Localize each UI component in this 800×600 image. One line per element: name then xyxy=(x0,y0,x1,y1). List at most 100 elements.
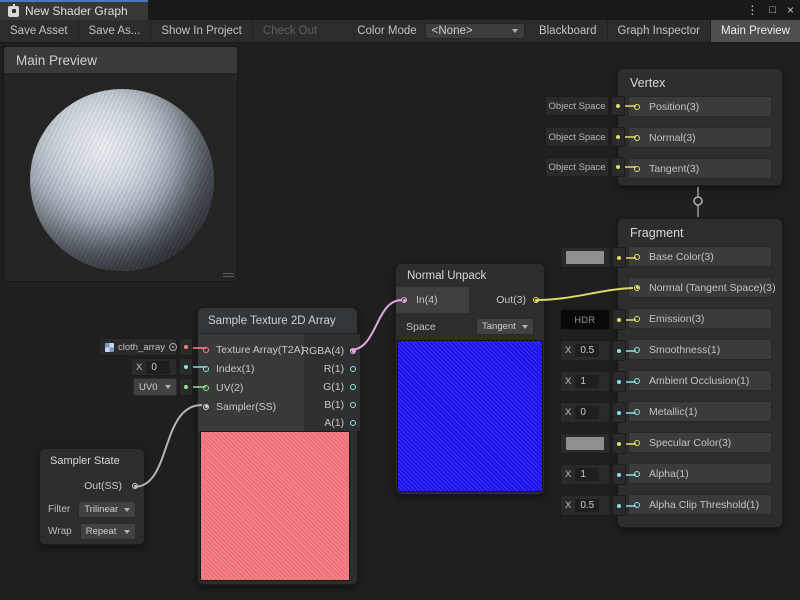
graph-inspector-button[interactable]: Graph Inspector xyxy=(608,20,710,42)
port-r[interactable] xyxy=(350,366,356,372)
row-label: Ambient Occlusion(1) xyxy=(649,375,749,387)
port-emission[interactable] xyxy=(634,316,640,322)
stack-connector-port[interactable] xyxy=(694,197,702,205)
color-mode-dropdown[interactable]: <None> xyxy=(425,23,525,39)
window-menu-icon[interactable]: ⋮ xyxy=(746,0,758,20)
port-metallic[interactable] xyxy=(634,409,640,415)
port-base-color[interactable] xyxy=(634,254,640,260)
wrap-dropdown[interactable]: Repeat xyxy=(80,523,136,540)
metallic-widget: X 0 xyxy=(560,402,626,423)
main-preview-button[interactable]: Main Preview xyxy=(711,20,800,42)
fragment-row-specular-color: Specular Color(3) xyxy=(628,432,772,453)
color-mode-label: Color Mode xyxy=(327,20,424,42)
float-value[interactable]: 0.5 xyxy=(575,499,599,512)
specular-color-swatch[interactable] xyxy=(560,433,610,454)
normal-unpack-node[interactable]: Normal Unpack In(4) Out(3) Space Tangent xyxy=(395,263,545,495)
save-as-button[interactable]: Save As... xyxy=(79,20,151,42)
port-a[interactable] xyxy=(350,420,356,426)
row-label: UV(2) xyxy=(216,382,243,394)
float-value[interactable]: 1 xyxy=(575,375,599,388)
x-prefix: X xyxy=(565,469,571,480)
space-label: Space xyxy=(406,321,436,333)
x-prefix: X xyxy=(565,500,571,511)
float-field[interactable]: X 0.5 xyxy=(560,495,610,516)
row-label: Emission(3) xyxy=(649,313,704,325)
row-label: Tangent(3) xyxy=(649,163,699,175)
dropdown-caret-icon xyxy=(522,325,528,329)
panel-resize-handle[interactable] xyxy=(223,273,234,278)
port-specular-color[interactable] xyxy=(634,440,640,446)
maximize-icon[interactable]: □ xyxy=(769,0,776,20)
port-alpha[interactable] xyxy=(634,471,640,477)
float-value[interactable]: 0 xyxy=(575,406,599,419)
port-out-ss[interactable] xyxy=(132,483,138,489)
float-field[interactable]: X 0 xyxy=(560,402,610,423)
sample-texture-2d-array-node[interactable]: Sample Texture 2D Array Texture Array(T2… xyxy=(197,307,358,585)
hdr-color-swatch[interactable]: HDR xyxy=(560,309,610,330)
blackboard-button[interactable]: Blackboard xyxy=(529,20,607,42)
port-tangent-input[interactable] xyxy=(634,166,640,172)
vertex-node-title: Vertex xyxy=(618,69,782,96)
port-index[interactable] xyxy=(203,366,209,372)
normal-unpack-in-row: In(4) xyxy=(396,287,469,313)
show-in-project-button[interactable]: Show In Project xyxy=(151,20,252,42)
float-field[interactable]: X 0 xyxy=(131,358,177,376)
float-value[interactable]: 0 xyxy=(146,361,170,374)
save-asset-button[interactable]: Save Asset xyxy=(0,20,78,42)
base-color-widget xyxy=(560,247,626,268)
filter-value: Trilinear xyxy=(84,504,118,515)
filter-row: Filter Trilinear xyxy=(40,501,144,518)
float-field[interactable]: X 0.5 xyxy=(560,340,610,361)
float-field[interactable]: X 1 xyxy=(560,464,610,485)
connector-dot-box xyxy=(179,358,193,376)
sample-node-inputs: Texture Array(T2A) Index(1) UV(2) Sample… xyxy=(198,334,304,431)
port-ambient-occlusion[interactable] xyxy=(634,378,640,384)
object-space-label: Object Space xyxy=(545,127,609,147)
connector-dot-box xyxy=(612,371,626,392)
filter-dropdown[interactable]: Trilinear xyxy=(78,501,136,518)
port-texture-array[interactable] xyxy=(203,347,209,353)
vertex-node[interactable]: Vertex Position(3) Normal(3) Tangent(3) xyxy=(617,68,783,186)
port-g[interactable] xyxy=(350,384,356,390)
input-index: Index(1) xyxy=(198,359,304,378)
port-normal-input[interactable] xyxy=(634,135,640,141)
output-rgba: RGBA(4) xyxy=(304,342,360,360)
port-rgba[interactable] xyxy=(350,348,356,354)
close-icon[interactable]: × xyxy=(787,0,794,20)
base-color-swatch[interactable] xyxy=(560,247,610,268)
connector-dot-box xyxy=(612,464,626,485)
fragment-row-alpha: Alpha(1) xyxy=(628,463,772,484)
space-dropdown[interactable]: Tangent xyxy=(476,318,534,335)
float-field[interactable]: X 1 xyxy=(560,371,610,392)
row-label: RGBA(4) xyxy=(302,345,345,357)
port-uv[interactable] xyxy=(203,385,209,391)
port-out3[interactable] xyxy=(533,297,539,303)
row-label: Normal(3) xyxy=(649,132,696,144)
row-label: Metallic(1) xyxy=(649,406,697,418)
main-preview-panel-header[interactable]: Main Preview xyxy=(4,47,237,73)
float-value[interactable]: 1 xyxy=(575,468,599,481)
texture-object-field[interactable]: cloth_array xyxy=(99,338,177,356)
port-sampler[interactable] xyxy=(203,404,209,410)
port-b[interactable] xyxy=(350,402,356,408)
port-normal-tangent[interactable] xyxy=(634,285,640,291)
port-smoothness[interactable] xyxy=(634,347,640,353)
fragment-node[interactable]: Fragment Base Color(3) Normal (Tangent S… xyxy=(617,218,783,528)
smoothness-widget: X 0.5 xyxy=(560,340,626,361)
texture-name: cloth_array xyxy=(118,342,165,353)
port-alpha-clip[interactable] xyxy=(634,502,640,508)
port-in4[interactable] xyxy=(401,297,407,303)
output-b: B(1) xyxy=(304,396,360,414)
port-position-input[interactable] xyxy=(634,104,640,110)
sampler-state-title: Sampler State xyxy=(40,449,144,471)
tab-new-shader-graph[interactable]: New Shader Graph xyxy=(0,0,148,20)
row-label: Index(1) xyxy=(216,363,255,375)
float-value[interactable]: 0.5 xyxy=(575,344,599,357)
connector-dot-box xyxy=(612,402,626,423)
fragment-row-alpha-clip: Alpha Clip Threshold(1) xyxy=(628,494,772,515)
title-bar: New Shader Graph ⋮ □ × xyxy=(0,0,800,20)
uv-channel-dropdown[interactable]: UV0 xyxy=(133,378,177,396)
shader-graph-window: New Shader Graph ⋮ □ × Save Asset Save A… xyxy=(0,0,800,600)
object-picker-icon[interactable] xyxy=(169,343,177,351)
sampler-state-node[interactable]: Sampler State Out(SS) Filter Trilinear W… xyxy=(39,448,145,545)
